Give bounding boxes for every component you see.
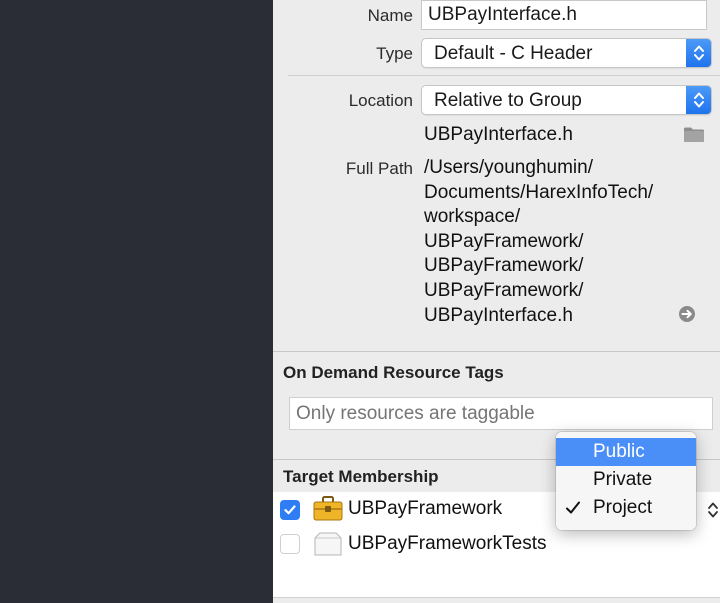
odr-tags-input[interactable]: [289, 397, 713, 430]
separator: [288, 75, 720, 76]
target-label-ubpayframework: UBPayFramework: [348, 498, 503, 519]
type-label: Type: [376, 44, 413, 63]
location-label: Location: [348, 91, 413, 110]
target-membership-title: Target Membership: [283, 467, 439, 486]
updown-arrows-icon: [686, 39, 711, 67]
navigator-pane: [0, 0, 273, 603]
menu-item-private[interactable]: Private: [556, 466, 696, 494]
checkmark-icon: [564, 494, 582, 531]
folder-icon[interactable]: [683, 126, 705, 148]
full-path-label: Full Path: [345, 159, 413, 178]
target-checkbox-ubpayframework[interactable]: [280, 500, 300, 520]
menu-item-public[interactable]: Public: [556, 438, 696, 466]
odr-section-title: On Demand Resource Tags: [283, 363, 504, 382]
type-popup[interactable]: Default - C Header: [421, 38, 712, 68]
updown-arrows-icon[interactable]: [707, 500, 719, 525]
menu-item-label: Project: [593, 497, 653, 518]
full-path-line: UBPayInterface.h: [424, 304, 573, 326]
full-path-line: Documents/HarexInfoTech/: [424, 181, 654, 203]
target-checkbox-ubpayframeworktests[interactable]: [280, 534, 300, 554]
name-field[interactable]: UBPayInterface.h: [421, 0, 707, 30]
reveal-arrow-icon[interactable]: [678, 305, 696, 328]
header-visibility-menu: Public Private Project: [556, 432, 696, 530]
menu-item-label: Private: [593, 469, 653, 490]
full-path-line: /Users/younghumin/: [424, 157, 593, 178]
full-path-value: /Users/younghumin/ Documents/HarexInfoTe…: [424, 156, 653, 328]
bottom-separator: [273, 597, 720, 598]
full-path-line: workspace/: [424, 206, 521, 228]
full-path-line: UBPayFramework/: [424, 230, 584, 252]
toolbox-icon: [313, 496, 343, 527]
section-divider: [273, 351, 720, 352]
name-label: Name: [367, 6, 413, 25]
type-popup-value: Default - C Header: [434, 43, 593, 64]
location-popup[interactable]: Relative to Group: [421, 85, 712, 115]
target-label-ubpayframeworktests: UBPayFrameworkTests: [348, 533, 547, 554]
location-popup-value: Relative to Group: [434, 90, 582, 111]
test-bundle-icon: [314, 532, 342, 561]
menu-item-project[interactable]: Project: [556, 494, 696, 522]
menu-item-label: Public: [593, 441, 645, 462]
updown-arrows-icon: [686, 86, 711, 114]
location-file-name: UBPayInterface.h: [424, 124, 573, 145]
full-path-line: UBPayFramework/: [424, 255, 584, 277]
full-path-line: UBPayFramework/: [424, 279, 584, 301]
